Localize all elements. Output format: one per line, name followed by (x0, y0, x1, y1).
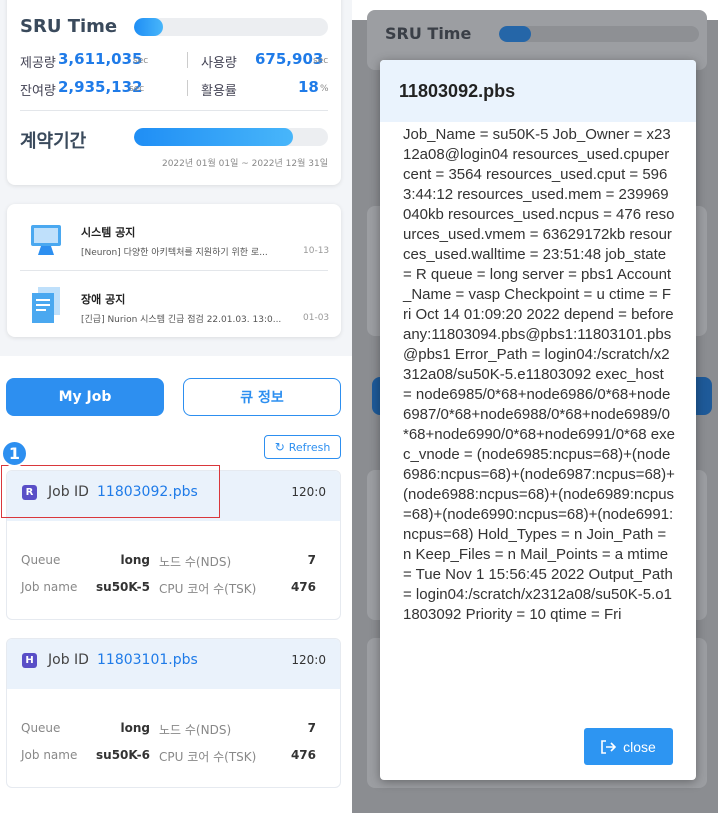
job-detail-modal: 11803092.pbs Job_Name = su50K-5 Job_Owne… (380, 60, 696, 780)
nodes-value: 7 (307, 553, 316, 567)
job-name-value: su50K-5 (96, 580, 150, 594)
notice-date: 10-13 (303, 246, 330, 256)
notice-title: 시스템 공지 (81, 226, 136, 239)
dimmed-sru-title: SRU Time (385, 24, 472, 43)
job-name-label: Job name (21, 580, 78, 594)
tab-queue-info[interactable]: 큐 정보 (183, 378, 341, 416)
divider (187, 52, 188, 68)
queue-value: long (120, 721, 151, 735)
job-walltime: 120:0 (291, 653, 326, 667)
modal-title: 11803092.pbs (399, 81, 516, 101)
sru-usage-bar (134, 18, 328, 36)
provided-label: 제공량 (20, 56, 56, 71)
notice-date: 01-03 (303, 313, 330, 323)
notice-text: [긴급] Nurion 시스템 긴급 점검 22.01.03. 13:0... (81, 315, 282, 325)
rate-label: 활용률 (201, 84, 237, 99)
used-label: 사용량 (201, 56, 237, 71)
job-id-value[interactable]: 11803101.pbs (97, 652, 198, 668)
left-panel: SRU Time 제공량 3,611,035 sec 사용량 675,903 s… (0, 0, 352, 813)
modal-header: 11803092.pbs (380, 60, 696, 122)
cores-label: CPU 코어 수(TSK) (159, 582, 257, 596)
contract-title: 계약기간 (20, 131, 87, 152)
annotation-highlight (1, 465, 220, 518)
modal-body[interactable]: Job_Name = su50K-5 Job_Owner = x2312a08@… (380, 122, 696, 712)
notices-card: 시스템 공지 [Neuron] 다양한 아키텍처를 지원하기 위한 로... 1… (7, 204, 341, 337)
cores-value: 476 (290, 580, 316, 594)
job-id-label: Job ID (48, 652, 89, 668)
rate-value: 18 (298, 78, 319, 96)
remain-label: 잔여량 (20, 84, 56, 99)
logout-icon (601, 739, 617, 754)
refresh-icon: ↻ (274, 440, 285, 454)
close-label: close (623, 738, 656, 755)
sru-title: SRU Time (20, 16, 118, 37)
remain-unit: sec (129, 84, 145, 94)
annotation-marker: 1 (1, 440, 28, 467)
sru-usage-fill (134, 18, 164, 36)
queue-value: long (120, 553, 151, 567)
nodes-label: 노드 수(NDS) (159, 723, 232, 737)
job-name-label: Job name (21, 748, 78, 762)
provided-unit: sec (133, 56, 149, 66)
sru-card: SRU Time 제공량 3,611,035 sec 사용량 675,903 s… (7, 0, 341, 185)
queue-label: Queue (21, 721, 61, 735)
contract-progress-fill (134, 128, 294, 146)
queue-label: Queue (21, 553, 61, 567)
job-status-badge: H (22, 653, 37, 668)
refresh-label: Refresh (288, 440, 331, 454)
notice-item[interactable]: 시스템 공지 [Neuron] 다양한 아키텍처를 지원하기 위한 로... 1… (7, 204, 341, 270)
job-card[interactable]: H Job ID 11803101.pbs 120:0 Queue long 노… (6, 638, 341, 788)
rate-unit: % (320, 84, 329, 94)
notice-title: 장애 공지 (81, 293, 126, 306)
notice-text: [Neuron] 다양한 아키텍처를 지원하기 위한 로... (81, 248, 268, 258)
cores-value: 476 (290, 748, 316, 762)
tab-my-job[interactable]: My Job (6, 378, 164, 416)
provided-value: 3,611,035 (58, 50, 143, 68)
nodes-label: 노드 수(NDS) (159, 555, 232, 569)
nodes-value: 7 (307, 721, 316, 735)
job-name-value: su50K-6 (96, 748, 150, 762)
document-icon (32, 287, 60, 323)
dimmed-bar (499, 26, 699, 42)
notice-item[interactable]: 장애 공지 [긴급] Nurion 시스템 긴급 점검 22.01.03. 13… (7, 271, 341, 337)
contract-range: 2022년 01월 01일 ~ 2022년 12월 31일 (161, 159, 328, 169)
card-divider (20, 110, 328, 111)
monitor-icon (31, 225, 61, 255)
job-detail-text: Job_Name = su50K-5 Job_Owner = x2312a08@… (403, 126, 675, 623)
refresh-button[interactable]: ↻ Refresh (264, 435, 341, 459)
close-button[interactable]: close (584, 728, 673, 765)
job-walltime: 120:0 (291, 485, 326, 499)
used-unit: sec (313, 56, 329, 66)
divider (187, 80, 188, 96)
cores-label: CPU 코어 수(TSK) (159, 750, 257, 764)
contract-progress-bar (134, 128, 328, 146)
